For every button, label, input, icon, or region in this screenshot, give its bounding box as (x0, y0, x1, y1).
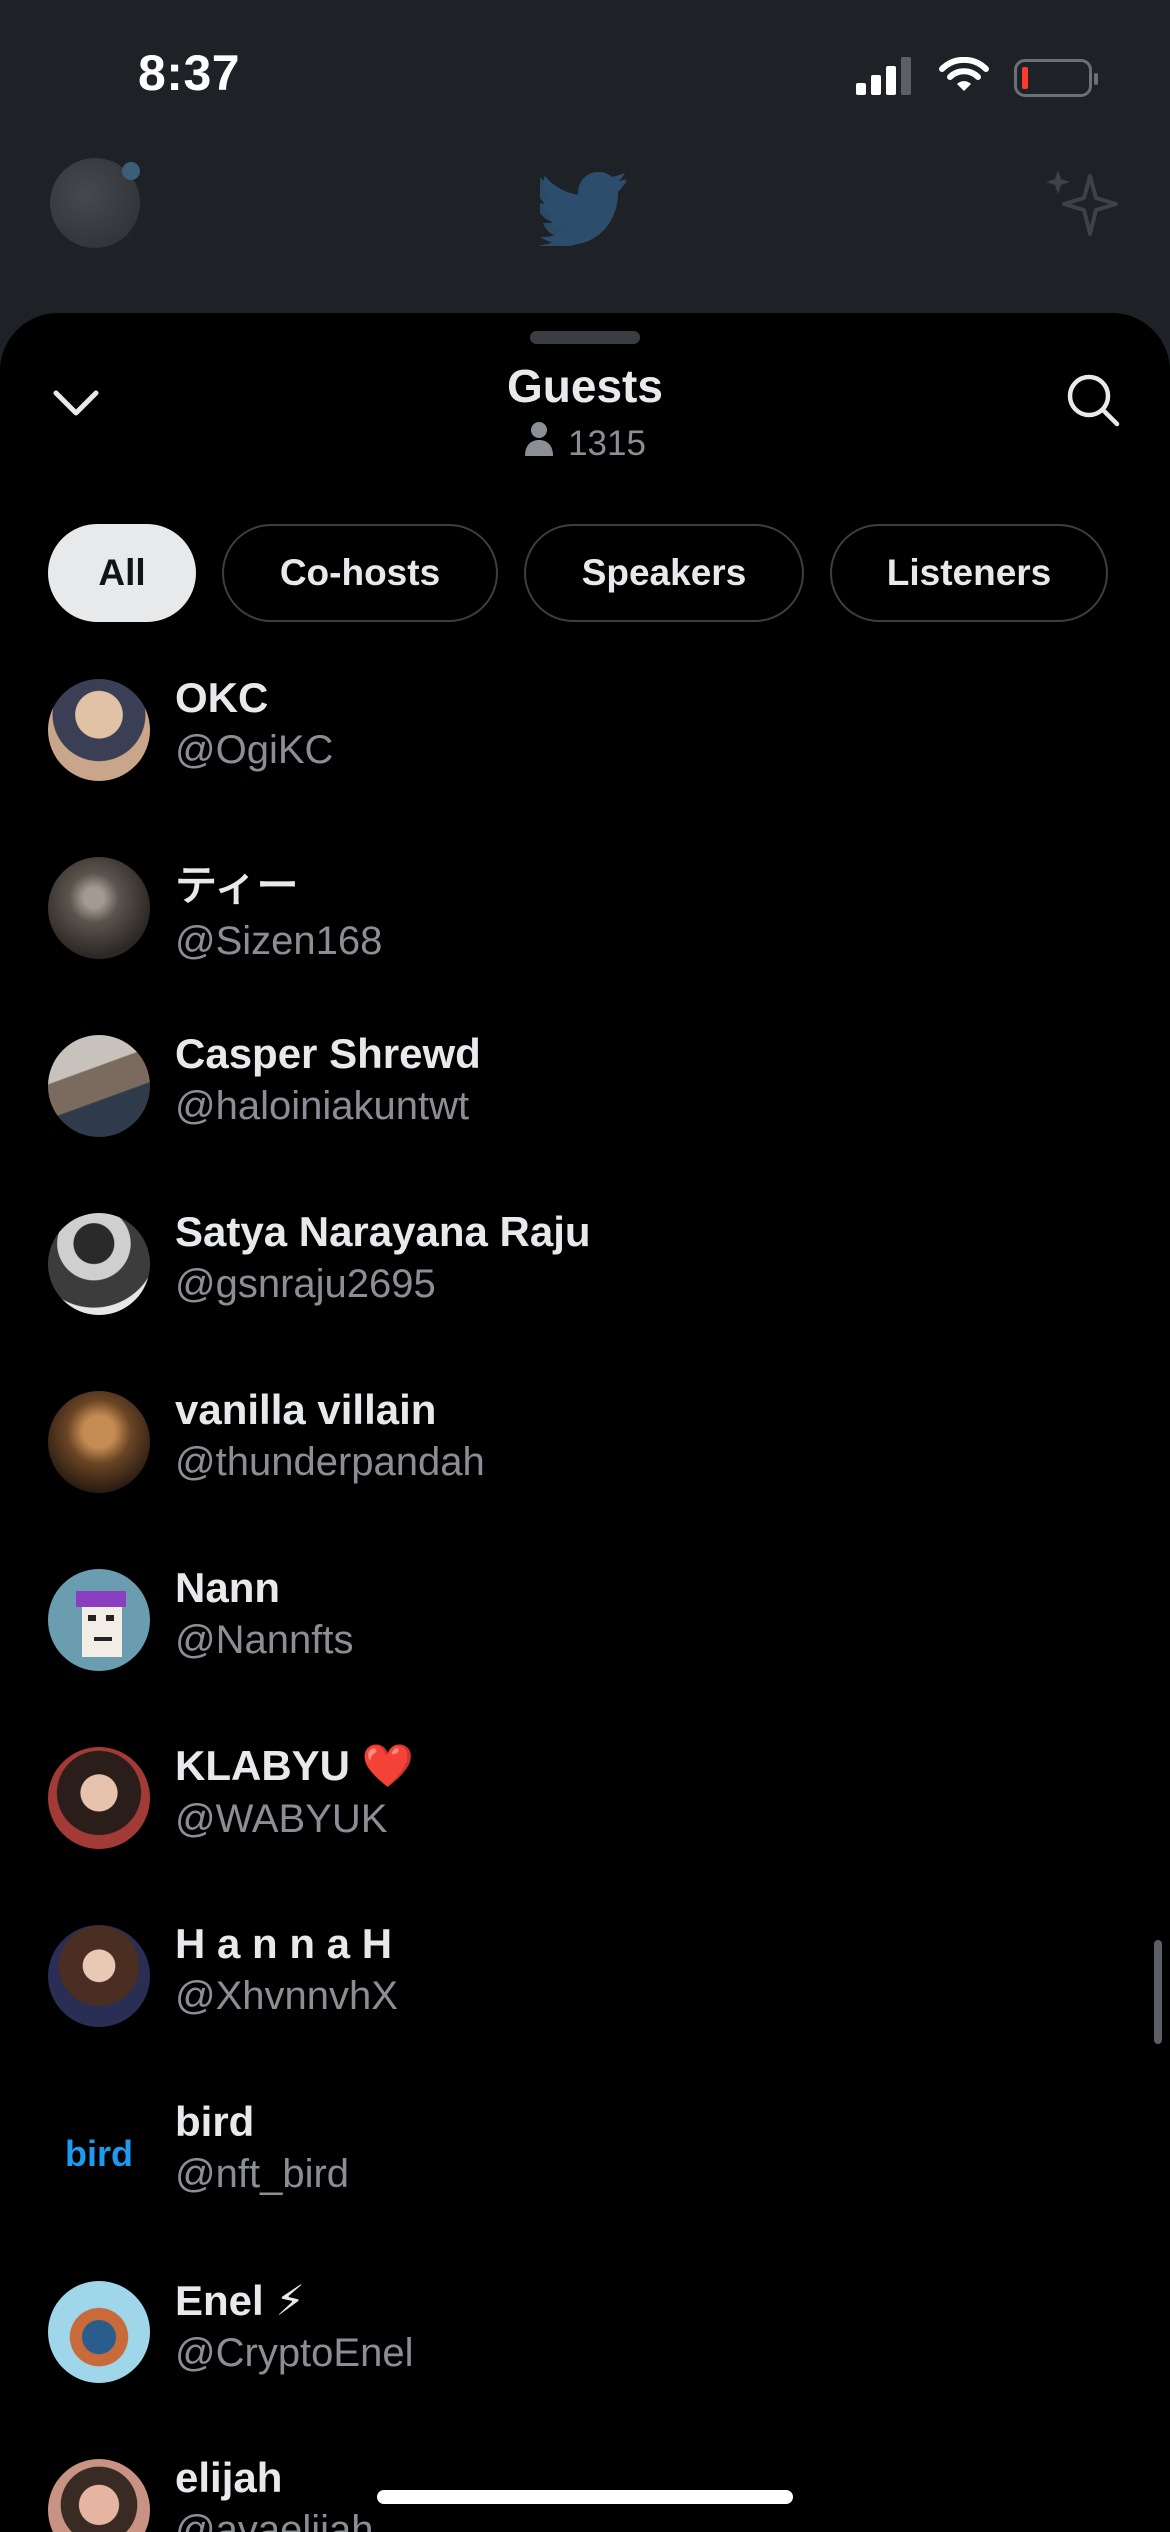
list-item[interactable]: bird bird @nft_bird (0, 2088, 1170, 2266)
display-name: Casper Shrewd (175, 1030, 481, 1077)
display-name: Enel ⚡ (175, 2277, 305, 2324)
status-bar: 8:37 (0, 0, 1170, 150)
person-icon (524, 421, 554, 466)
avatar (48, 1747, 150, 1849)
guest-names: Satya Narayana Raju @gsnraju2695 (175, 1208, 591, 1307)
avatar (48, 857, 150, 959)
display-name: elijah (175, 2454, 283, 2501)
notification-dot (122, 162, 140, 180)
avatar (48, 1213, 150, 1315)
display-name: bird (175, 2098, 255, 2145)
sheet-grabber[interactable] (530, 331, 640, 344)
guest-names: elijah @avaelijah (175, 2454, 374, 2532)
battery-level (1022, 67, 1028, 89)
handle: @OgiKC (175, 728, 334, 772)
status-time: 8:37 (138, 45, 241, 101)
display-name: Satya Narayana Raju (175, 1208, 591, 1255)
guest-list: OKC @OgiKC ティー @Sizen168 Casper Shrewd @… (0, 664, 1170, 2532)
guest-count-value: 1315 (568, 423, 646, 463)
home-indicator[interactable] (377, 2490, 793, 2504)
list-item[interactable]: H a n n a H @XhvnnvhX (0, 1910, 1170, 2088)
battery-low-icon (1014, 59, 1098, 97)
display-name: KLABYU ❤️ (175, 1742, 414, 1789)
filter-chips: All Co-hosts Speakers Listeners (48, 524, 1108, 622)
list-item[interactable]: elijah @avaelijah (0, 2444, 1170, 2532)
list-item[interactable]: OKC @OgiKC (0, 664, 1170, 842)
sparkle-icon (1046, 168, 1118, 245)
filter-chip-listeners[interactable]: Listeners (830, 524, 1108, 622)
avatar (48, 679, 150, 781)
wifi-icon (938, 56, 990, 100)
avatar (48, 1569, 150, 1671)
guest-names: OKC @OgiKC (175, 674, 333, 773)
handle: @WABYUK (175, 1797, 388, 1841)
bird-avatar-text: bird (65, 2133, 133, 2174)
screen: 8:37 Guests 1315 All Co-hosts Speakers L… (0, 0, 1170, 2532)
handle: @Sizen168 (175, 919, 383, 963)
list-item[interactable]: Satya Narayana Raju @gsnraju2695 (0, 1198, 1170, 1376)
search-button[interactable] (1056, 365, 1130, 439)
background-app-header (0, 150, 1170, 320)
avatar: bird (48, 2103, 150, 2205)
guest-names: vanilla villain @thunderpandah (175, 1386, 485, 1485)
handle: @Nannfts (175, 1618, 354, 1662)
avatar (48, 1035, 150, 1137)
display-name: vanilla villain (175, 1386, 437, 1433)
handle: @avaelijah (175, 2508, 374, 2532)
list-item[interactable]: Nann @Nannfts (0, 1554, 1170, 1732)
guest-names: ティー @Sizen168 (175, 852, 382, 964)
guest-names: bird @nft_bird (175, 2098, 349, 2197)
handle: @gsnraju2695 (175, 1262, 436, 1306)
status-icons (856, 56, 1098, 100)
avatar (48, 1925, 150, 2027)
guest-names: Enel ⚡ @CryptoEnel (175, 2276, 413, 2376)
handle: @nft_bird (175, 2152, 350, 2196)
filter-chip-speakers[interactable]: Speakers (524, 524, 804, 622)
twitter-bird-icon (535, 170, 630, 254)
list-item[interactable]: vanilla villain @thunderpandah (0, 1376, 1170, 1554)
avatar (48, 2281, 150, 2383)
avatar (48, 1391, 150, 1493)
list-item[interactable]: ティー @Sizen168 (0, 842, 1170, 1020)
display-name: ティー (175, 862, 299, 909)
guest-count: 1315 (0, 421, 1170, 466)
handle: @XhvnnvhX (175, 1974, 398, 2018)
filter-chip-co-hosts[interactable]: Co-hosts (222, 524, 498, 622)
guest-names: KLABYU ❤️ @WABYUK (175, 1742, 414, 1842)
guest-names: H a n n a H @XhvnnvhX (175, 1920, 398, 2019)
scrollbar[interactable] (1154, 1940, 1162, 2044)
handle: @CryptoEnel (175, 2331, 414, 2375)
list-item[interactable]: KLABYU ❤️ @WABYUK (0, 1732, 1170, 1910)
avatar (48, 2459, 150, 2532)
sheet-title: Guests (507, 360, 663, 412)
guest-names: Casper Shrewd @haloiniakuntwt (175, 1030, 481, 1129)
handle: @haloiniakuntwt (175, 1084, 470, 1128)
guests-sheet: Guests 1315 All Co-hosts Speakers Listen… (0, 313, 1170, 2532)
guest-names: Nann @Nannfts (175, 1564, 353, 1663)
display-name: H a n n a H (175, 1920, 393, 1967)
list-item[interactable]: Enel ⚡ @CryptoEnel (0, 2266, 1170, 2444)
list-item[interactable]: Casper Shrewd @haloiniakuntwt (0, 1020, 1170, 1198)
display-name: OKC (175, 674, 269, 721)
handle: @thunderpandah (175, 1440, 485, 1484)
display-name: Nann (175, 1564, 280, 1611)
filter-chip-all[interactable]: All (48, 524, 196, 622)
search-icon (1065, 372, 1121, 433)
cellular-signal-icon (856, 56, 914, 100)
